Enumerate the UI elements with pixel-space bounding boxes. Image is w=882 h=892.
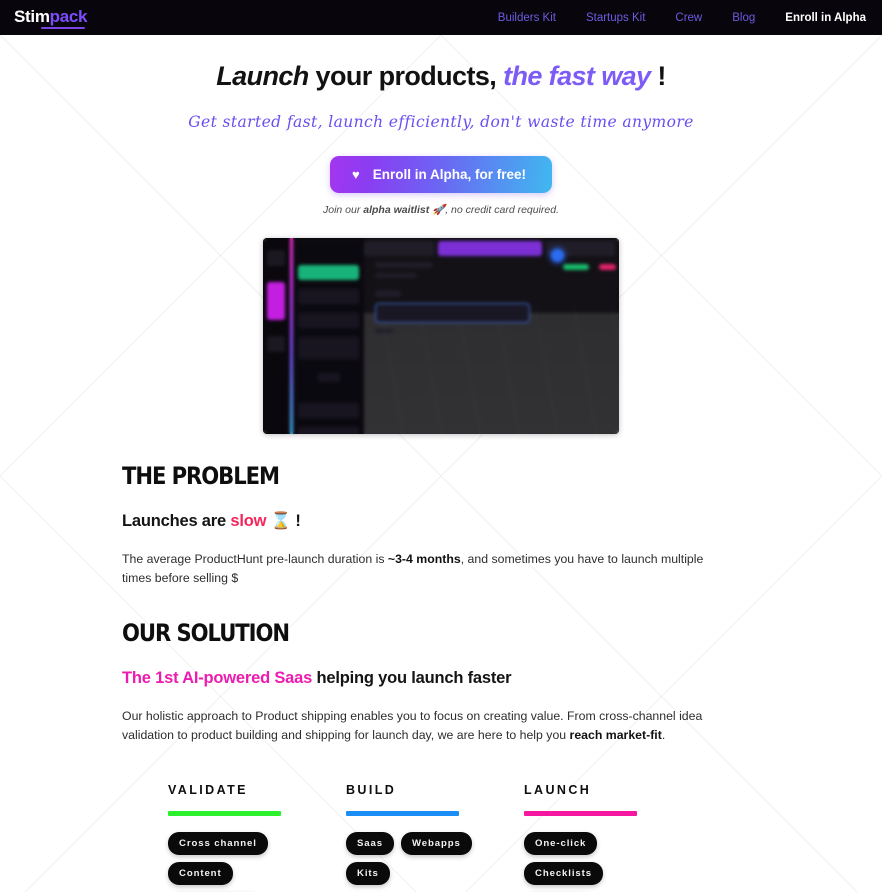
screenshot-text-blob (375, 273, 417, 279)
pillar-launch-bar (524, 810, 637, 816)
nav-links: Builders Kit Startups Kit Crew Blog Enro… (498, 12, 870, 24)
pillar-build-bar (346, 810, 459, 816)
nav-link-crew[interactable]: Crew (675, 12, 702, 24)
screenshot-tabs (364, 241, 615, 257)
screenshot-text-blob (375, 262, 433, 269)
hero-section: Launch your products, the fast way ! Get… (0, 35, 882, 216)
brand-logo[interactable]: Stimpack (14, 6, 88, 29)
hero-title-tail: ! (650, 61, 666, 91)
problem-sub-accent: slow (230, 512, 267, 531)
brand-logo-accent: pack (49, 6, 88, 26)
cta-note-pre: Join our (322, 204, 364, 217)
pillar-validate: VALIDATE Cross channel Content Twitter-r… (168, 783, 346, 892)
solution-body-post: . (661, 728, 666, 743)
screenshot-tab-validate (437, 241, 542, 257)
problem-section: THE PROBLEM Launches are slow ⌛ ! The av… (121, 462, 761, 587)
tag-saas[interactable]: Saas (346, 831, 395, 855)
brand-logo-light: Stim (14, 6, 50, 26)
pillars-section: VALIDATE Cross channel Content Twitter-r… (121, 783, 761, 892)
product-screenshot[interactable] (263, 238, 619, 435)
screenshot-text-blob (375, 329, 393, 334)
solution-sub-post: helping you launch faster (312, 669, 512, 688)
nav-link-blog[interactable]: Blog (732, 12, 755, 24)
pillar-launch-tags: One-click Checklists Analyzer (524, 831, 674, 892)
screenshot-metric-green (563, 264, 589, 271)
pillar-build: BUILD Saas Webapps Kits (346, 783, 524, 892)
problem-sub-post: ! (290, 512, 301, 531)
hero-title: Launch your products, the fast way ! (0, 61, 882, 92)
pillar-validate-bar (168, 810, 281, 816)
pillar-validate-tags: Cross channel Content Twitter-ready (168, 831, 318, 892)
cta-note-bold: alpha waitlist (363, 204, 430, 217)
screenshot-gradient-rail (290, 238, 293, 435)
hero-title-part1: Launch (216, 61, 309, 91)
problem-body-bold: ~3-4 months (387, 552, 461, 567)
problem-body: The average ProductHunt pre-launch durat… (122, 550, 727, 587)
tag-webapps[interactable]: Webapps (401, 831, 472, 855)
screenshot-task-card (375, 303, 530, 324)
pillar-launch-title: LAUNCH (524, 782, 592, 797)
hero-title-part2: your products, (308, 61, 504, 91)
rocket-icon: 🚀 (429, 204, 446, 217)
screenshot-text-blob (375, 290, 401, 298)
problem-body-pre: The average ProductHunt pre-launch durat… (122, 552, 388, 567)
page-body: Launch your products, the fast way ! Get… (0, 35, 882, 892)
cta-note: Join our alpha waitlist 🚀, no credit car… (0, 203, 882, 216)
solution-section: OUR SOLUTION The 1st AI-powered Saas hel… (121, 619, 761, 744)
problem-subheading: Launches are slow ⌛ ! (122, 512, 761, 531)
hero-title-accent: the fast way (503, 61, 651, 91)
top-navigation-bar: Stimpack Builders Kit Startups Kit Crew … (0, 0, 882, 35)
tag-checklists[interactable]: Checklists (524, 861, 603, 885)
solution-sub-accent: The 1st AI-powered Saas (122, 669, 313, 688)
problem-heading: THE PROBLEM (122, 462, 280, 491)
solution-subheading: The 1st AI-powered Saas helping you laun… (122, 669, 761, 688)
solution-body: Our holistic approach to Product shippin… (122, 707, 727, 744)
screenshot-tab-hub (364, 241, 434, 257)
solution-body-bold: reach market-fit (569, 728, 662, 743)
nav-link-builders-kit[interactable]: Builders Kit (498, 12, 556, 24)
pillar-build-tags: Saas Webapps Kits (346, 831, 496, 885)
screenshot-sidebar (294, 243, 362, 435)
pillar-launch: LAUNCH One-click Checklists Analyzer (524, 783, 702, 892)
tag-one-click[interactable]: One-click (524, 831, 598, 855)
solution-heading: OUR SOLUTION (122, 619, 290, 648)
pillar-build-title: BUILD (346, 782, 397, 797)
heart-icon: ♥ (352, 167, 360, 183)
pillar-validate-title: VALIDATE (168, 782, 248, 797)
hero-subtitle: Get started fast, launch efficiently, do… (188, 113, 694, 132)
hero-cta-wrap: ♥ Enroll in Alpha, for free! (0, 156, 882, 194)
nav-link-enroll-in-alpha[interactable]: Enroll in Alpha (785, 12, 866, 24)
cta-note-post: , no credit card required. (445, 204, 560, 217)
hourglass-icon: ⌛ (266, 512, 292, 531)
screenshot-metric-red (599, 264, 616, 271)
enroll-in-alpha-button[interactable]: ♥ Enroll in Alpha, for free! (330, 156, 552, 194)
screenshot-icon-rail (263, 238, 289, 435)
tag-content[interactable]: Content (168, 861, 233, 885)
brand-logo-underline (41, 26, 86, 29)
enroll-in-alpha-button-label: Enroll in Alpha, for free! (372, 167, 526, 183)
problem-sub-pre: Launches are (122, 512, 231, 531)
tag-cross-channel[interactable]: Cross channel (168, 831, 268, 855)
nav-link-startups-kit[interactable]: Startups Kit (586, 12, 645, 24)
tag-kits[interactable]: Kits (346, 861, 390, 885)
screenshot-avatar-dot (551, 249, 564, 263)
